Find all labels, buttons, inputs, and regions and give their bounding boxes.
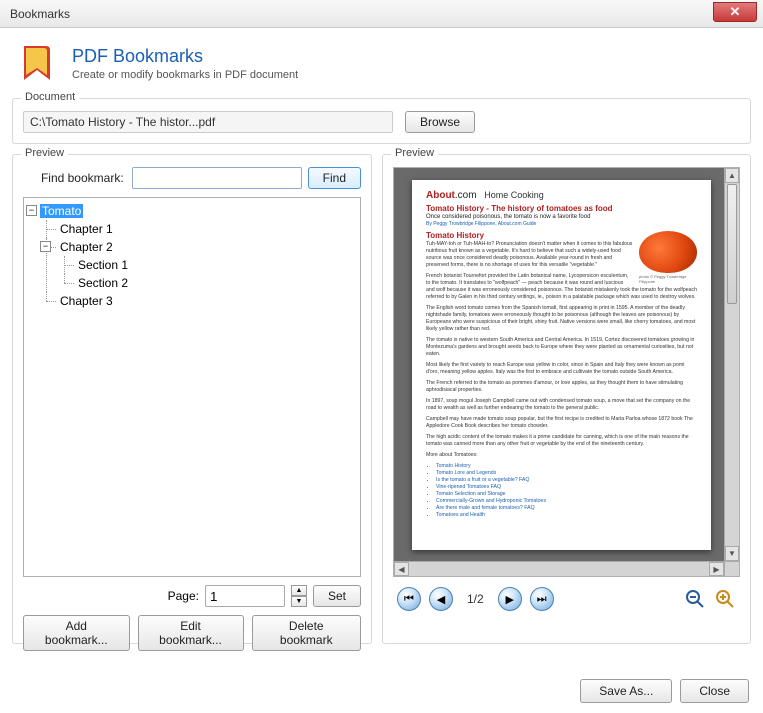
tree-node-root[interactable]: Tomato (40, 204, 83, 218)
bookmark-tree-group: Preview Find bookmark: Find − Tomato Cha… (12, 154, 372, 644)
doc-link: Tomato Selection and Storage (436, 491, 697, 498)
doc-more: More about Tomatoes: (426, 452, 697, 459)
add-bookmark-button[interactable]: Add bookmark... (23, 615, 130, 651)
find-bookmark-label: Find bookmark: (41, 171, 124, 185)
doc-link: Vine-ripened Tomatoes FAQ (436, 484, 697, 491)
page-input[interactable] (205, 585, 285, 607)
close-button[interactable]: Close (680, 679, 749, 703)
dialog-title: PDF Bookmarks (72, 46, 298, 67)
doc-links: Tomato History Tomato Lore and Legends I… (426, 463, 697, 519)
scroll-down-icon[interactable]: ▼ (725, 546, 739, 561)
doc-link: Tomato Lore and Legends (436, 470, 697, 477)
doc-para: Campbell may have made tomato soup popul… (426, 416, 697, 430)
last-page-button[interactable]: ⏭ (530, 587, 554, 611)
document-path-field: C:\Tomato History - The histor...pdf (23, 111, 393, 133)
delete-bookmark-button[interactable]: Delete bookmark (252, 615, 361, 651)
scroll-thumb[interactable] (727, 184, 737, 304)
doc-para: The French referred to the tomato as pom… (426, 380, 697, 394)
dialog-header: PDF Bookmarks Create or modify bookmarks… (16, 42, 747, 84)
document-group: Document C:\Tomato History - The histor.… (12, 98, 751, 144)
preview-pane: About.com Home Cooking Tomato History - … (393, 167, 740, 577)
edit-bookmark-button[interactable]: Edit bookmark... (138, 615, 244, 651)
dialog-subtitle: Create or modify bookmarks in PDF docume… (72, 69, 298, 81)
next-page-button[interactable]: ▶ (498, 587, 522, 611)
scroll-left-icon[interactable]: ◀ (394, 562, 409, 576)
doc-title: Tomato History - The history of tomatoes… (426, 204, 697, 213)
page-indicator: 1/2 (467, 592, 484, 606)
right-legend: Preview (391, 147, 438, 159)
close-icon: ✕ (730, 4, 741, 20)
save-as-button[interactable]: Save As... (580, 679, 672, 703)
zoom-out-button[interactable] (684, 588, 706, 610)
find-button[interactable]: Find (308, 167, 361, 189)
browse-button[interactable]: Browse (405, 111, 475, 133)
preview-scrollbar-vertical[interactable]: ▲ ▼ (724, 168, 739, 561)
window-close-button[interactable]: ✕ (713, 2, 757, 22)
window-title: Bookmarks (10, 7, 70, 21)
doc-para: The high acidic content of the tomato ma… (426, 434, 697, 448)
bookmark-icon (16, 42, 58, 84)
doc-link: Is the tomato a fruit or a vegetable? FA… (436, 477, 697, 484)
set-page-button[interactable]: Set (313, 585, 361, 607)
doc-link: Commercially-Grown and Hydroponic Tomato… (436, 498, 697, 505)
bookmark-tree[interactable]: − Tomato Chapter 1 − Chapter 2 Section 1… (23, 197, 361, 577)
tree-node-chapter3[interactable]: Chapter 3 (58, 294, 115, 308)
doc-byline: By Peggy Trowbridge Filippone, About.com… (426, 221, 697, 227)
dialog-footer: Save As... Close (580, 679, 749, 703)
document-legend: Document (21, 91, 79, 103)
tree-node-chapter1[interactable]: Chapter 1 (58, 222, 115, 236)
scroll-corner (724, 561, 739, 576)
tree-node-chapter2[interactable]: Chapter 2 (58, 240, 115, 254)
doc-logo: About.com (426, 190, 477, 201)
scroll-right-icon[interactable]: ▶ (709, 562, 724, 576)
zoom-in-button[interactable] (714, 588, 736, 610)
tree-node-section2[interactable]: Section 2 (76, 276, 130, 290)
tree-toggle[interactable]: − (26, 205, 37, 216)
tomato-icon (639, 231, 697, 273)
page-spin-down[interactable]: ▼ (291, 596, 307, 607)
page-preview-group: Preview About.com Home Cooking Tomato Hi… (382, 154, 751, 644)
doc-para: The English word tomato comes from the S… (426, 305, 697, 333)
zoom-out-icon (685, 589, 705, 609)
preview-scrollbar-horizontal[interactable]: ◀ ▶ (394, 561, 724, 576)
preview-page: About.com Home Cooking Tomato History - … (412, 180, 711, 550)
first-page-button[interactable]: ⏮ (397, 587, 421, 611)
doc-para: Most likely the first variety to reach E… (426, 362, 697, 376)
page-spin-up[interactable]: ▲ (291, 585, 307, 596)
doc-section: Home Cooking (484, 190, 544, 200)
prev-page-button[interactable]: ◀ (429, 587, 453, 611)
zoom-in-icon (715, 589, 735, 609)
doc-image-caption: photo © Peggy Trowbridge Filippone (639, 274, 697, 284)
scroll-up-icon[interactable]: ▲ (725, 168, 739, 183)
find-bookmark-input[interactable] (132, 167, 302, 189)
tree-toggle[interactable]: − (40, 241, 51, 252)
left-legend: Preview (21, 147, 68, 159)
doc-para: The tomato is native to western South Am… (426, 337, 697, 358)
tree-node-section1[interactable]: Section 1 (76, 258, 130, 272)
page-label: Page: (168, 589, 199, 603)
doc-link: Tomatoes and Health (436, 512, 697, 519)
doc-link: Tomato History (436, 463, 697, 470)
doc-para: In 1897, soup mogul Joseph Campbell came… (426, 398, 697, 412)
doc-image: photo © Peggy Trowbridge Filippone (639, 231, 697, 283)
titlebar: Bookmarks ✕ (0, 0, 763, 28)
doc-subtitle: Once considered poisonous, the tomato is… (426, 214, 697, 220)
doc-link: Are there male and female tomatoes? FAQ (436, 505, 697, 512)
